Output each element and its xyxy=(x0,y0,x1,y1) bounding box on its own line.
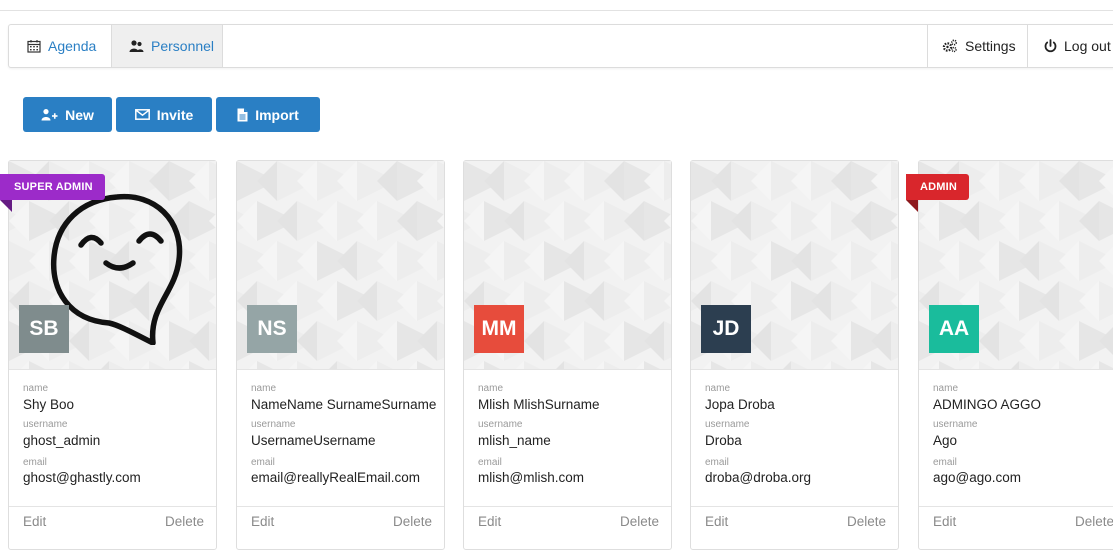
user-card: NS name NameName SurnameSurname username… xyxy=(236,160,445,550)
gears-icon xyxy=(942,39,958,53)
edit-user-link[interactable]: Edit xyxy=(478,514,501,529)
delete-user-link[interactable]: Delete xyxy=(165,514,204,529)
avatar: NS xyxy=(247,305,297,353)
avatar: AA xyxy=(929,305,979,353)
user-email: droba@droba.org xyxy=(705,470,812,485)
import-button[interactable]: Import xyxy=(216,97,320,132)
nav-tab-personnel-label: Personnel xyxy=(151,38,215,54)
power-icon xyxy=(1044,39,1057,53)
email-label: email xyxy=(251,457,275,468)
user-name: Jopa Droba xyxy=(705,397,775,412)
nav-logout-label: Log out xyxy=(1064,38,1111,54)
card-cover: MM xyxy=(464,161,671,370)
user-email: email@reallyRealEmail.com xyxy=(251,470,421,485)
user-username: UsernameUsername xyxy=(251,433,376,448)
users-icon xyxy=(129,39,144,53)
avatar: SB xyxy=(19,305,69,353)
avatar: MM xyxy=(474,305,524,353)
top-divider xyxy=(0,10,1113,11)
username-label: username xyxy=(478,419,523,430)
role-badge-fold xyxy=(0,200,12,212)
avatar: JD xyxy=(701,305,751,353)
envelope-icon xyxy=(134,109,150,120)
nav-settings-label: Settings xyxy=(965,38,1016,54)
user-card: JD name Jopa Droba username Droba email … xyxy=(690,160,899,550)
user-name: Mlish MlishSurname xyxy=(478,397,600,412)
user-card: SB name Shy Boo username ghost_admin ema… xyxy=(8,160,217,550)
add-user-icon xyxy=(41,108,58,121)
card-divider xyxy=(9,506,216,507)
username-label: username xyxy=(251,419,296,430)
username-label: username xyxy=(933,419,978,430)
user-username: ghost_admin xyxy=(23,433,101,448)
user-name: ADMINGO AGGO xyxy=(933,397,1042,412)
name-label: name xyxy=(933,383,959,394)
user-email: ago@ago.com xyxy=(933,470,1022,485)
username-label: username xyxy=(23,419,68,430)
email-label: email xyxy=(705,457,729,468)
invite-button[interactable]: Invite xyxy=(116,97,212,132)
username-label: username xyxy=(705,419,750,430)
email-label: email xyxy=(23,457,47,468)
import-button-label: Import xyxy=(255,106,299,123)
edit-user-link[interactable]: Edit xyxy=(705,514,728,529)
card-divider xyxy=(919,506,1113,507)
card-divider xyxy=(464,506,671,507)
name-label: name xyxy=(23,383,49,394)
user-card: AA name ADMINGO AGGO username Ago email … xyxy=(918,160,1113,550)
user-email: mlish@mlish.com xyxy=(478,470,584,485)
nav-settings[interactable]: Settings xyxy=(927,25,1027,67)
user-card: MM name Mlish MlishSurname username mlis… xyxy=(463,160,672,550)
delete-user-link[interactable]: Delete xyxy=(393,514,432,529)
calendar-icon xyxy=(27,39,41,53)
new-button-label: New xyxy=(65,106,94,123)
card-cover: NS xyxy=(237,161,444,370)
delete-user-link[interactable]: Delete xyxy=(1075,514,1113,529)
role-badge: SUPER ADMIN xyxy=(0,174,105,200)
user-username: mlish_name xyxy=(478,433,551,448)
nav-tab-agenda-label: Agenda xyxy=(48,38,97,54)
new-user-button[interactable]: New xyxy=(23,97,112,132)
user-email: ghost@ghastly.com xyxy=(23,470,141,485)
user-username: Droba xyxy=(705,433,742,448)
email-label: email xyxy=(933,457,957,468)
nav-tab-agenda[interactable]: Agenda xyxy=(9,25,111,67)
name-label: name xyxy=(251,383,277,394)
name-label: name xyxy=(705,383,731,394)
email-label: email xyxy=(478,457,502,468)
user-name: Shy Boo xyxy=(23,397,75,412)
top-navbar: Agenda Personnel Settings Log out xyxy=(8,24,1113,68)
user-name: NameName SurnameSurname xyxy=(251,397,437,412)
nav-logout[interactable]: Log out xyxy=(1027,25,1113,67)
edit-user-link[interactable]: Edit xyxy=(933,514,956,529)
edit-user-link[interactable]: Edit xyxy=(23,514,46,529)
ghost-logo-icon xyxy=(50,193,183,345)
role-badge: ADMIN xyxy=(906,174,970,200)
name-label: name xyxy=(478,383,504,394)
role-badge-fold xyxy=(906,200,918,212)
file-icon xyxy=(237,108,248,122)
delete-user-link[interactable]: Delete xyxy=(847,514,886,529)
delete-user-link[interactable]: Delete xyxy=(620,514,659,529)
nav-tab-personnel[interactable]: Personnel xyxy=(111,25,223,67)
invite-button-label: Invite xyxy=(156,106,194,123)
edit-user-link[interactable]: Edit xyxy=(251,514,274,529)
card-cover: JD xyxy=(691,161,898,370)
card-divider xyxy=(691,506,898,507)
card-divider xyxy=(237,506,444,507)
user-username: Ago xyxy=(933,433,958,448)
